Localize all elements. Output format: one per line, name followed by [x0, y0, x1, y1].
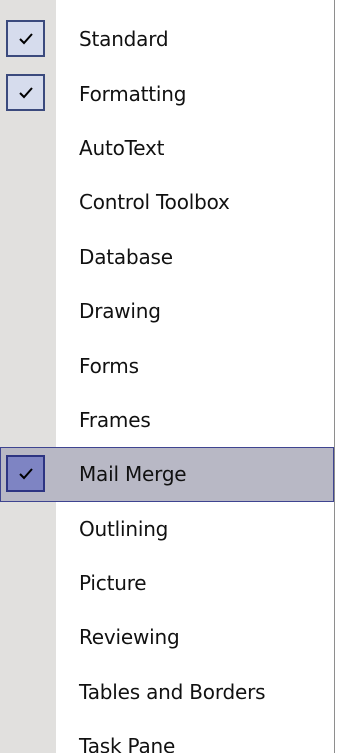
menu-item-label: Database — [79, 244, 173, 269]
menu-item-label: AutoText — [79, 135, 165, 160]
menu-item-tables-and-borders[interactable]: Tables and Borders — [0, 665, 334, 719]
menu-item-label: Reviewing — [79, 625, 180, 650]
menu-item-label: Tables and Borders — [79, 679, 266, 704]
menu-item-task-pane[interactable]: Task Pane — [0, 719, 334, 753]
checkmark-icon — [6, 74, 45, 112]
menu-item-label: Outlining — [79, 516, 169, 541]
menu-item-control-toolbox[interactable]: Control Toolbox — [0, 175, 334, 229]
menu-item-autotext[interactable]: AutoText — [0, 121, 334, 175]
menu-item-mail-merge[interactable]: Mail Merge — [0, 447, 334, 502]
menu-item-label: Task Pane — [79, 734, 176, 753]
menu-item-label: Picture — [79, 571, 147, 596]
checkmark-icon — [6, 455, 45, 493]
menu-item-database[interactable]: Database — [0, 230, 334, 284]
menu-items: Standard Formatting AutoText Control Too… — [0, 12, 334, 753]
menu-item-label: Standard — [79, 27, 169, 52]
menu-item-label: Drawing — [79, 299, 161, 324]
toolbars-menu: Standard Formatting AutoText Control Too… — [0, 0, 335, 753]
menu-item-picture[interactable]: Picture — [0, 556, 334, 610]
menu-item-frames[interactable]: Frames — [0, 393, 334, 447]
menu-item-label: Control Toolbox — [79, 190, 230, 215]
menu-item-reviewing[interactable]: Reviewing — [0, 610, 334, 664]
menu-item-label: Formatting — [79, 81, 187, 106]
menu-item-drawing[interactable]: Drawing — [0, 284, 334, 338]
menu-item-forms[interactable]: Forms — [0, 338, 334, 392]
menu-item-label: Mail Merge — [79, 462, 187, 487]
checkmark-icon — [6, 20, 45, 57]
menu-item-formatting[interactable]: Formatting — [0, 66, 334, 120]
menu-item-standard[interactable]: Standard — [0, 12, 334, 66]
menu-item-label: Forms — [79, 353, 139, 378]
menu-item-label: Frames — [79, 407, 151, 432]
menu-item-outlining[interactable]: Outlining — [0, 502, 334, 556]
